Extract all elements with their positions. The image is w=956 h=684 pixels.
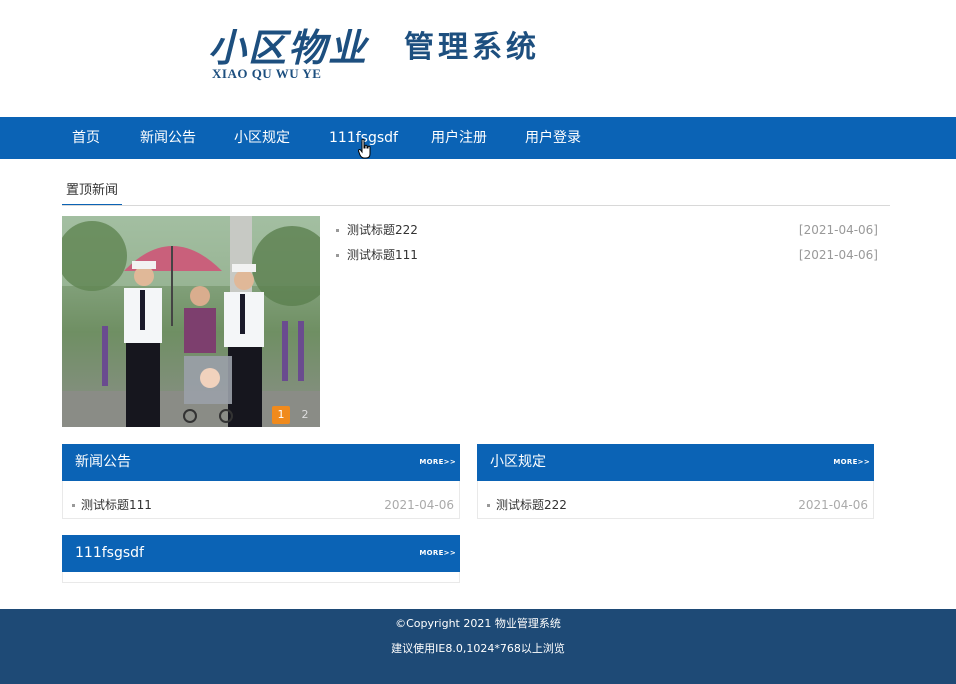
- news-title[interactable]: 测试标题111: [81, 492, 152, 518]
- news-date: 2021-04-06: [798, 498, 868, 512]
- news-date: [2021-04-06]: [798, 248, 878, 262]
- logo-subtitle: XIAO QU WU YE: [212, 66, 322, 81]
- nav-item-register[interactable]: 用户注册: [431, 117, 487, 159]
- custom-panel-body: [62, 572, 460, 583]
- top-news-list: 测试标题222 [2021-04-06] 测试标题111 [2021-04-06…: [336, 218, 878, 268]
- news-date: [2021-04-06]: [798, 223, 878, 237]
- square-bullet-icon: [336, 229, 339, 232]
- rules-panel-body: 测试标题222 2021-04-06: [477, 481, 874, 519]
- square-bullet-icon: [487, 504, 490, 507]
- list-item[interactable]: 测试标题111 [2021-04-06]: [336, 243, 878, 268]
- rules-panel-header: 小区规定 MORE>>: [477, 444, 874, 481]
- logo-main-text: 管理系统: [404, 30, 540, 65]
- custom-panel-header: 111fsgsdf MORE>>: [62, 535, 460, 572]
- panel-title: 新闻公告: [75, 454, 131, 470]
- list-item[interactable]: 测试标题111 2021-04-06: [63, 492, 459, 518]
- more-link[interactable]: MORE>>: [833, 444, 870, 481]
- logo-script-text: 小区物业: [208, 25, 369, 70]
- square-bullet-icon: [336, 254, 339, 257]
- more-link[interactable]: MORE>>: [419, 535, 456, 572]
- main-nav: 首页 新闻公告 小区规定 111fsgsdf 用户注册 用户登录: [0, 117, 956, 159]
- news-title[interactable]: 测试标题111: [347, 243, 418, 268]
- news-title[interactable]: 测试标题222: [496, 492, 567, 518]
- news-panel-header: 新闻公告 MORE>>: [62, 444, 460, 481]
- footer: ©Copyright 2021 物业管理系统 建议使用IE8.0,1024*76…: [0, 609, 956, 684]
- header: 小区物业 XIAO QU WU YE 管理系统: [0, 0, 956, 117]
- news-date: 2021-04-06: [384, 498, 454, 512]
- list-item[interactable]: 测试标题222 [2021-04-06]: [336, 218, 878, 243]
- nav-item-news[interactable]: 新闻公告: [140, 117, 196, 159]
- square-bullet-icon: [72, 504, 75, 507]
- nav-item-rules[interactable]: 小区规定: [234, 117, 290, 159]
- panel-title: 小区规定: [490, 454, 546, 470]
- slideshow-photo: [62, 216, 320, 427]
- news-title[interactable]: 测试标题222: [347, 218, 418, 243]
- panel-title: 111fsgsdf: [75, 545, 144, 561]
- hand-pointer-icon: [358, 139, 371, 159]
- slide-indicator[interactable]: 2: [298, 406, 312, 424]
- more-link[interactable]: MORE>>: [419, 444, 456, 481]
- nav-item-home[interactable]: 首页: [72, 117, 100, 159]
- slide-indicator-active[interactable]: 1: [272, 406, 290, 424]
- top-news-tab[interactable]: 置顶新闻: [62, 178, 123, 206]
- section-divider: [62, 205, 890, 206]
- news-slideshow-image[interactable]: [62, 216, 320, 427]
- footer-browser-hint: 建议使用IE8.0,1024*768以上浏览: [391, 642, 565, 655]
- nav-item-login[interactable]: 用户登录: [525, 117, 581, 159]
- footer-copyright: ©Copyright 2021 物业管理系统: [395, 617, 561, 630]
- list-item[interactable]: 测试标题222 2021-04-06: [478, 492, 873, 518]
- news-panel-body: 测试标题111 2021-04-06: [62, 481, 460, 519]
